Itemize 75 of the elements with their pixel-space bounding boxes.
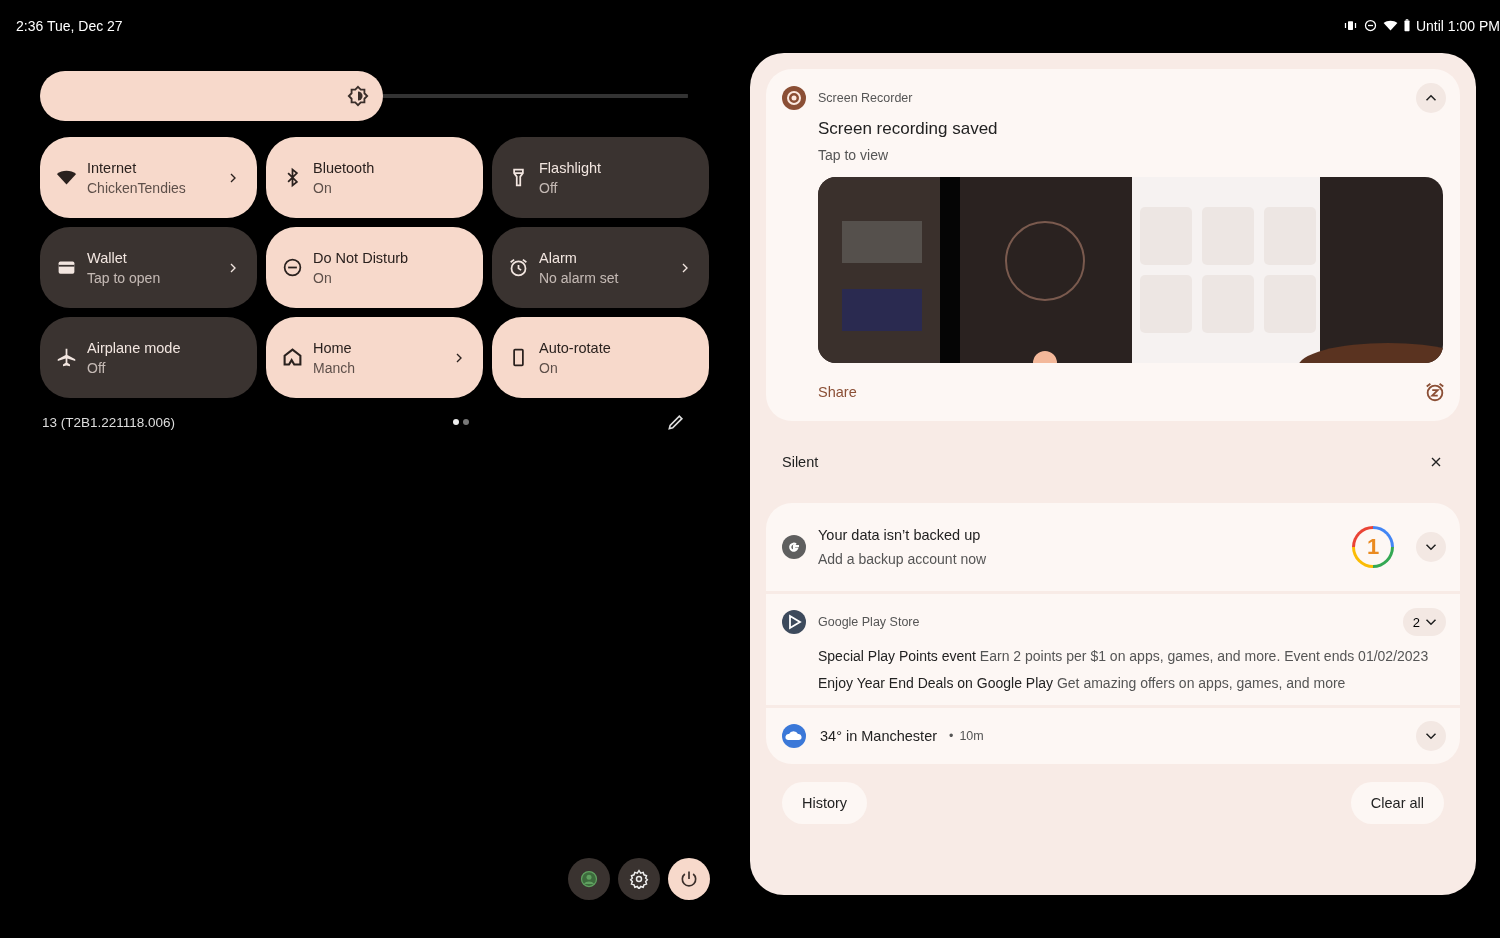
footer-button[interactable]: History <box>782 782 868 824</box>
quick-tile[interactable]: Home Manch <box>266 317 483 398</box>
record-icon <box>782 86 806 110</box>
alarm-clock-icon <box>508 257 529 278</box>
tile-status: Off <box>87 359 107 376</box>
do-not-disturb-icon <box>1362 18 1378 33</box>
snooze-icon[interactable] <box>1424 381 1446 403</box>
notification-title: Screen recording saved <box>818 119 999 139</box>
notification-title: Your data isn’t backed up <box>818 527 982 543</box>
quick-tile[interactable]: Flashlight Off <box>492 137 709 218</box>
wifi-icon <box>1382 18 1398 33</box>
tile-label: Flashlight <box>539 159 603 176</box>
tile-label: Airplane mode <box>87 339 182 356</box>
quick-tile[interactable]: Bluetooth On <box>266 137 483 218</box>
tile-status: No alarm set <box>539 269 620 286</box>
quick-tile[interactable]: Auto-rotate On <box>492 317 709 398</box>
tile-label: Bluetooth <box>313 159 376 176</box>
notification-card[interactable]: 34° in Manchester • 10m <box>766 708 1460 764</box>
brightness-icon <box>347 85 370 107</box>
share-button[interactable]: Share <box>818 384 857 400</box>
quick-tile[interactable]: Wallet Tap to open <box>40 227 257 308</box>
tile-status: Manch <box>313 359 357 376</box>
quick-tile[interactable]: Airplane mode Off <box>40 317 257 398</box>
cloud-icon <box>782 724 806 748</box>
status-text: Until 1:00 PM <box>1415 17 1500 34</box>
separator-dot: • <box>949 729 954 743</box>
tile-label: Alarm <box>539 249 578 266</box>
tile-status: On <box>539 359 559 376</box>
backup-badge: 1 <box>1352 526 1394 568</box>
notification-text: Special Play Points event Earn 2 points per $1 on apps, games, and more. Event ends 01/02/2023 <box>818 648 1430 664</box>
house-icon <box>282 347 303 368</box>
quick-tile[interactable]: Internet ChickenTendies <box>40 137 257 218</box>
notification-text: Add a backup account now <box>818 551 988 567</box>
tile-label: Do Not Disturb <box>313 249 410 266</box>
expand-button[interactable]: 2 <box>1402 608 1446 636</box>
section-header: Silent <box>782 454 819 470</box>
tile-status: On <box>313 179 333 196</box>
notification-card[interactable]: Google Play Store 2 Special Play Points event Earn 2 points per $1 on apps, games, and more. Event ends 01/02/2023 Enjoy Year End Deals on Google Play Get amazing offers on apps, games, and more <box>766 594 1460 705</box>
quick-tile[interactable]: Do Not Disturb On <box>266 227 483 308</box>
tile-label: Wallet <box>87 249 128 266</box>
app-name: Screen Recorder <box>818 91 914 105</box>
do-not-disturb-icon <box>282 257 303 278</box>
notification-text: Tap to view <box>818 147 890 163</box>
footer-button[interactable]: Clear all <box>1350 782 1444 824</box>
user-button[interactable] <box>568 858 610 900</box>
airplane-icon <box>56 347 77 368</box>
settings-icon <box>629 869 649 889</box>
g-logo-icon <box>782 535 806 559</box>
notification-title: 34° in Manchester <box>820 728 938 744</box>
page-dot[interactable] <box>462 419 469 425</box>
user-icon <box>579 869 599 889</box>
notification-text: Enjoy Year End Deals on Google Play Get amazing offers on apps, games, and more <box>818 675 1347 691</box>
power-button[interactable] <box>668 858 710 900</box>
vibrate-icon <box>1342 18 1358 33</box>
settings-button[interactable] <box>618 858 660 900</box>
tile-status: ChickenTendies <box>87 179 187 196</box>
edit-icon[interactable] <box>666 412 686 432</box>
quick-tile[interactable]: Alarm No alarm set <box>492 227 709 308</box>
notification-card[interactable]: Screen Recorder Screen recording saved Tap to view Share <box>766 69 1460 421</box>
power-icon <box>679 869 699 889</box>
tile-status: Tap to open <box>87 269 162 286</box>
app-name: Google Play Store <box>818 615 921 629</box>
tile-status: On <box>313 269 333 286</box>
tile-status: Off <box>539 179 559 196</box>
tile-label: Auto-rotate <box>539 339 612 356</box>
build-number: 13 (T2B1.221118.006) <box>42 414 176 430</box>
notification-card[interactable]: Your data isn’t backed up Add a backup account now 1 <box>766 503 1460 591</box>
brightness-fill[interactable] <box>40 71 384 121</box>
page-dot[interactable] <box>452 419 459 425</box>
notification-time: 10m <box>959 729 985 743</box>
battery-icon <box>1402 18 1411 33</box>
tile-label: Internet <box>87 159 138 176</box>
play-icon <box>782 610 806 634</box>
status-time: 2:36 Tue, Dec 27 <box>16 17 123 34</box>
tile-label: Home <box>313 339 353 356</box>
